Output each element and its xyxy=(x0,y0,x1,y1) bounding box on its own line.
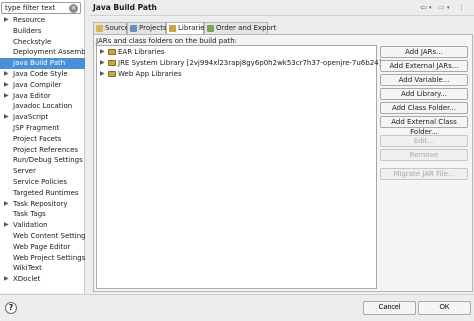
tree-item-label: Task Repository xyxy=(13,199,68,208)
tree-item-project-facets[interactable]: Project Facets xyxy=(0,134,85,145)
tree-item-label: Deployment Assembly xyxy=(13,48,85,57)
add-library-button[interactable]: Add Library... xyxy=(380,88,468,100)
page-title: Java Build Path xyxy=(93,3,157,12)
property-tree: ▶ Resource Builders Checkstyle Deployment As… xyxy=(0,15,85,285)
forward-dropdown-icon[interactable]: ▾ xyxy=(447,2,450,14)
library-jar-icon xyxy=(108,49,116,55)
expand-arrow-icon[interactable]: ▶ xyxy=(4,15,9,26)
tree-item-label: Checkstyle xyxy=(13,37,52,46)
tree-item-label: Java Code Style xyxy=(13,69,68,78)
tree-item-targeted-runtimes[interactable]: Targeted Runtimes xyxy=(0,188,85,199)
tree-item-java-editor[interactable]: ▶ Java Editor xyxy=(0,91,85,102)
forward-icon[interactable]: ⇨ xyxy=(438,2,445,14)
navigation-bar: ⇦ ▾ ⇨ ▾ ⋮ xyxy=(418,2,472,14)
tree-item-javadoc-location[interactable]: Javadoc Location xyxy=(0,101,85,112)
library-jar-icon xyxy=(108,71,116,77)
tree-item-xdoclet[interactable]: ▶ XDoclet xyxy=(0,274,85,285)
footer-separator xyxy=(0,294,474,295)
tree-item-validation[interactable]: ▶ Validation xyxy=(0,220,85,231)
expand-arrow-icon[interactable]: ▶ xyxy=(4,80,9,91)
add-jars-button[interactable]: Add JARs... xyxy=(380,46,468,58)
tree-item-label: Targeted Runtimes xyxy=(13,188,79,197)
expand-arrow-icon[interactable]: ▶ xyxy=(100,69,105,79)
tree-item-label: JavaScript xyxy=(13,113,49,122)
tree-item-builders[interactable]: Builders xyxy=(0,26,85,37)
tree-item-label: Web Page Editor xyxy=(13,242,71,251)
tree-item-server[interactable]: Server xyxy=(0,166,85,177)
tree-item-label: JSP Fragment xyxy=(13,123,60,132)
tree-item-label: Service Policies xyxy=(13,177,67,186)
tree-item-label: Java Build Path xyxy=(13,59,66,68)
tree-item-task-repository[interactable]: ▶ Task Repository xyxy=(0,199,85,210)
help-icon[interactable]: ? xyxy=(5,302,17,314)
expand-arrow-icon[interactable]: ▶ xyxy=(4,274,9,285)
cancel-button[interactable]: Cancel xyxy=(363,301,416,315)
remove-button[interactable]: Remove xyxy=(380,149,468,161)
expand-arrow-icon[interactable]: ▶ xyxy=(100,47,105,57)
expand-arrow-icon[interactable]: ▶ xyxy=(100,58,105,68)
add-external-jars-button[interactable]: Add External JARs... xyxy=(380,60,468,72)
tree-item-label: Server xyxy=(13,167,36,176)
library-jar-icon xyxy=(108,60,116,66)
tree-item-label: Validation xyxy=(13,221,48,230)
projects-icon xyxy=(130,25,137,32)
tree-item-label: Javadoc Location xyxy=(13,102,73,111)
expand-arrow-icon[interactable]: ▶ xyxy=(4,220,9,231)
tree-item-label: Builders xyxy=(13,26,42,35)
tree-item-label: Project References xyxy=(13,145,79,154)
tree-item-web-content-settings[interactable]: Web Content Settings xyxy=(0,231,85,242)
expand-arrow-icon[interactable]: ▶ xyxy=(4,69,9,80)
add-external-class-folder-button[interactable]: Add External Class Folder... xyxy=(380,116,468,136)
edit-button[interactable]: Edit... xyxy=(380,135,468,147)
tab-projects[interactable]: Projects xyxy=(127,22,167,34)
tree-item-label: Project Facets xyxy=(13,134,62,143)
back-icon[interactable]: ⇦ xyxy=(420,2,427,14)
libraries-icon xyxy=(169,25,176,32)
ok-button[interactable]: OK xyxy=(418,301,471,315)
tree-item-web-project-settings[interactable]: Web Project Settings xyxy=(0,253,85,264)
add-variable-button[interactable]: Add Variable... xyxy=(380,74,468,86)
tree-item-deployment-assembly[interactable]: Deployment Assembly xyxy=(0,47,85,58)
libraries-caption: JARs and class folders on the build path… xyxy=(96,37,238,45)
libraries-tree[interactable]: ▶ EAR Libraries ▶ JRE System Library [2v… xyxy=(96,45,381,289)
tree-item-checkstyle[interactable]: Checkstyle xyxy=(0,37,85,48)
tree-item-label: Run/Debug Settings xyxy=(13,156,83,165)
tree-item-label: WikiText xyxy=(13,264,42,273)
tree-item-javascript[interactable]: ▶ JavaScript xyxy=(0,112,85,123)
tree-item-service-policies[interactable]: Service Policies xyxy=(0,177,85,188)
tab-order-and-export[interactable]: Order and Export xyxy=(204,22,276,34)
tree-item-resource[interactable]: ▶ Resource xyxy=(0,15,85,26)
tree-item-run-debug-settings[interactable]: Run/Debug Settings xyxy=(0,155,85,166)
tree-item-label: Web Project Settings xyxy=(13,253,85,262)
clear-filter-icon[interactable]: × xyxy=(69,4,78,13)
tree-item-project-references[interactable]: Project References xyxy=(0,145,85,156)
tree-item-java-build-path[interactable]: Java Build Path xyxy=(0,58,85,69)
tree-item-jsp-fragment[interactable]: JSP Fragment xyxy=(0,123,85,134)
title-separator xyxy=(90,15,474,16)
back-dropdown-icon[interactable]: ▾ xyxy=(429,2,432,14)
source-folder-icon xyxy=(96,25,103,32)
tree-item-label: Web Content Settings xyxy=(13,231,85,240)
migrate-jar-file-button[interactable]: Migrate JAR File... xyxy=(380,168,468,180)
expand-arrow-icon[interactable]: ▶ xyxy=(4,199,9,210)
tree-item-label: Java Compiler xyxy=(13,80,62,89)
tree-item-wikitext[interactable]: WikiText xyxy=(0,263,85,274)
tree-item-label: Java Editor xyxy=(13,91,51,100)
tab-source[interactable]: Source xyxy=(93,22,129,34)
expand-arrow-icon[interactable]: ▶ xyxy=(4,91,9,102)
tree-item-java-code-style[interactable]: ▶ Java Code Style xyxy=(0,69,85,80)
tree-item-task-tags[interactable]: Task Tags xyxy=(0,209,85,220)
tree-item-label: Resource xyxy=(13,16,46,24)
tree-item-label: Task Tags xyxy=(13,210,46,219)
property-tree-pane: × ▶ Resource Builders Checkstyle Deployment … xyxy=(0,0,85,293)
expand-arrow-icon[interactable]: ▶ xyxy=(4,112,9,123)
tree-item-label: XDoclet xyxy=(13,275,41,284)
view-menu-icon[interactable]: ⋮ xyxy=(458,2,465,14)
add-class-folder-button[interactable]: Add Class Folder... xyxy=(380,102,468,114)
tree-item-java-compiler[interactable]: ▶ Java Compiler xyxy=(0,80,85,91)
order-export-icon xyxy=(207,25,214,32)
tree-item-web-page-editor[interactable]: Web Page Editor xyxy=(0,242,85,253)
